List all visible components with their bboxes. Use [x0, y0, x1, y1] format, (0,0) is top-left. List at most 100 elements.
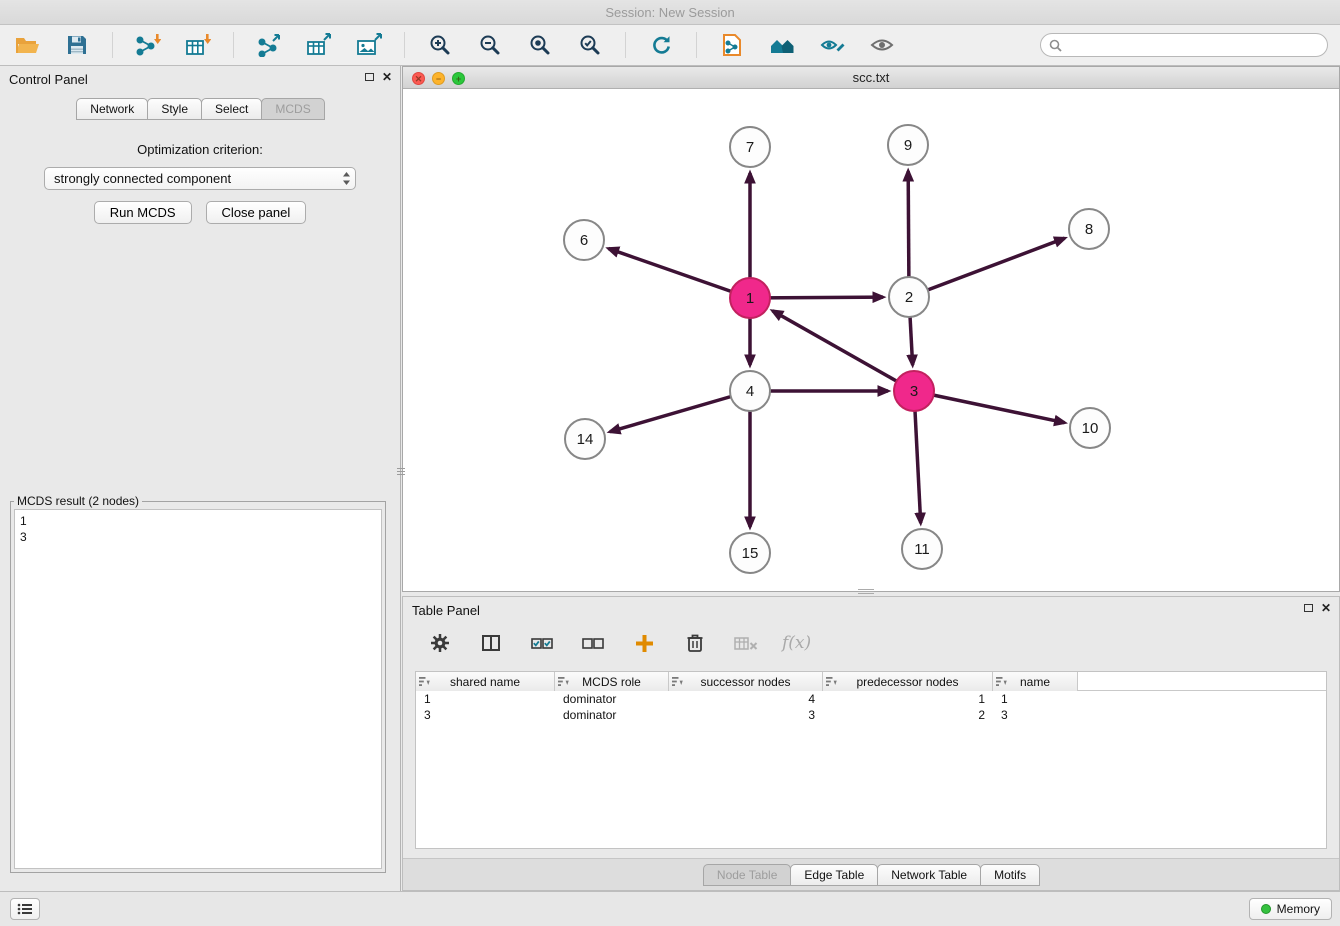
table-panel-header: Table Panel ✕	[403, 597, 1339, 623]
minimize-window-icon[interactable]: −	[432, 72, 445, 85]
horizontal-splitter-handle[interactable]	[858, 589, 874, 595]
split-table-view-button[interactable]	[476, 628, 506, 658]
export-network-icon	[256, 33, 282, 57]
eye-pencil-icon	[820, 35, 845, 55]
close-window-icon[interactable]: ✕	[412, 72, 425, 85]
cell-successor-nodes[interactable]: 3	[669, 707, 823, 723]
cell-name[interactable]: 1	[993, 691, 1078, 707]
tab-edge-table[interactable]: Edge Table	[790, 864, 878, 886]
zoom-fit-icon	[529, 34, 551, 56]
column-header-predecessor-nodes[interactable]: predecessor nodes	[823, 672, 993, 691]
close-panel-icon[interactable]: ✕	[382, 72, 392, 82]
graph-node-7[interactable]: 7	[730, 127, 770, 167]
tab-network[interactable]: Network	[76, 98, 148, 120]
show-hide-details-button[interactable]	[867, 30, 897, 60]
zoom-fit-button[interactable]	[525, 30, 555, 60]
close-table-panel-icon[interactable]: ✕	[1321, 603, 1331, 613]
export-table-button[interactable]	[304, 30, 334, 60]
table-settings-button[interactable]	[425, 628, 455, 658]
tab-mcds[interactable]: MCDS	[261, 98, 324, 120]
column-header-shared-name[interactable]: shared name	[416, 672, 555, 691]
search-box	[1040, 33, 1328, 57]
export-image-button[interactable]	[354, 30, 384, 60]
graph-node-14[interactable]: 14	[565, 419, 605, 459]
checked-boxes-icon	[531, 636, 553, 650]
optimization-criterion-select[interactable]: strongly connected component	[44, 167, 356, 190]
column-header-name[interactable]: name	[993, 672, 1078, 691]
open-session-button[interactable]	[12, 30, 42, 60]
window-titlebar: Session: New Session	[0, 0, 1340, 25]
cell-shared-name[interactable]: 1	[416, 691, 555, 707]
graph-edge-1-6[interactable]	[609, 249, 750, 298]
float-table-panel-icon[interactable]	[1304, 604, 1313, 612]
run-mcds-button[interactable]: Run MCDS	[94, 201, 192, 224]
tab-select[interactable]: Select	[201, 98, 262, 120]
cell-shared-name[interactable]: 3	[416, 707, 555, 723]
cell-successor-nodes[interactable]: 4	[669, 691, 823, 707]
deselect-all-columns-button[interactable]	[578, 628, 608, 658]
cell-predecessor-nodes[interactable]: 2	[823, 707, 993, 723]
cell-predecessor-nodes[interactable]: 1	[823, 691, 993, 707]
network-graph: 7 9 6 8 1 2 4 3 14 10 15 11	[403, 89, 1339, 592]
import-network-button[interactable]	[133, 30, 163, 60]
graph-node-11[interactable]: 11	[902, 529, 942, 569]
graph-node-10[interactable]: 10	[1070, 408, 1110, 448]
graph-node-9[interactable]: 9	[888, 125, 928, 165]
cell-name[interactable]: 3	[993, 707, 1078, 723]
close-panel-button[interactable]: Close panel	[206, 201, 307, 224]
search-input[interactable]	[1067, 37, 1319, 53]
table-row[interactable]: 1dominator411	[416, 691, 1326, 707]
graph-edge-2-8[interactable]	[909, 238, 1065, 297]
fx-icon: f(x)	[782, 633, 811, 653]
graph-node-2[interactable]: 2	[889, 277, 929, 317]
zoom-out-button[interactable]	[475, 30, 505, 60]
panel-splitter-handle[interactable]	[397, 468, 405, 482]
tab-style[interactable]: Style	[147, 98, 202, 120]
maximize-window-icon[interactable]: +	[452, 72, 465, 85]
task-history-button[interactable]	[10, 898, 40, 920]
tab-node-table[interactable]: Node Table	[703, 864, 792, 886]
delete-table-button[interactable]	[731, 628, 761, 658]
delete-column-button[interactable]	[680, 628, 710, 658]
function-builder-button[interactable]: f(x)	[782, 628, 811, 658]
graph-node-1[interactable]: 1	[730, 278, 770, 318]
select-all-columns-button[interactable]	[527, 628, 557, 658]
graph-edge-3-1[interactable]	[773, 311, 914, 391]
refresh-icon	[649, 34, 673, 56]
graphics-details-button[interactable]	[817, 30, 847, 60]
float-panel-icon[interactable]	[365, 73, 374, 81]
network-canvas[interactable]: 7 9 6 8 1 2 4 3 14 10 15 11	[403, 89, 1339, 591]
refresh-view-button[interactable]	[646, 30, 676, 60]
export-network-button[interactable]	[254, 30, 284, 60]
table-row[interactable]: 3dominator323	[416, 707, 1326, 723]
toolbar-separator	[625, 32, 626, 58]
mcds-result-title: MCDS result (2 nodes)	[14, 494, 142, 508]
network-window-title: scc.txt	[403, 67, 1339, 89]
zoom-in-button[interactable]	[425, 30, 455, 60]
column-header-mcds-role[interactable]: MCDS role	[555, 672, 669, 691]
graph-node-label: 10	[1082, 420, 1099, 437]
window-title: Session: New Session	[605, 5, 734, 20]
save-to-ndex-button[interactable]	[767, 30, 797, 60]
graph-node-15[interactable]: 15	[730, 533, 770, 573]
tab-network-table[interactable]: Network Table	[877, 864, 981, 886]
table-panel-title: Table Panel	[412, 603, 480, 618]
column-header-successor-nodes[interactable]: successor nodes	[669, 672, 823, 691]
cell-mcds-role[interactable]: dominator	[555, 691, 669, 707]
graph-edge-3-10[interactable]	[914, 391, 1065, 423]
graph-node-6[interactable]: 6	[564, 220, 604, 260]
graph-node-4[interactable]: 4	[730, 371, 770, 411]
graph-node-8[interactable]: 8	[1069, 209, 1109, 249]
control-panel-header: Control Panel ✕	[0, 66, 400, 92]
tab-motifs[interactable]: Motifs	[980, 864, 1040, 886]
save-session-button[interactable]	[62, 30, 92, 60]
import-table-button[interactable]	[183, 30, 213, 60]
graph-edge-4-14[interactable]	[610, 391, 750, 432]
memory-button[interactable]: Memory	[1249, 898, 1332, 920]
zoom-selected-button[interactable]	[575, 30, 605, 60]
open-from-ndex-button[interactable]	[717, 30, 747, 60]
graph-node-3[interactable]: 3	[894, 371, 934, 411]
network-window: scc.txt ✕ − + 7 9 6 8 1 2 4 3 14 10 15 11	[402, 66, 1340, 592]
add-column-button[interactable]	[629, 628, 659, 658]
cell-mcds-role[interactable]: dominator	[555, 707, 669, 723]
